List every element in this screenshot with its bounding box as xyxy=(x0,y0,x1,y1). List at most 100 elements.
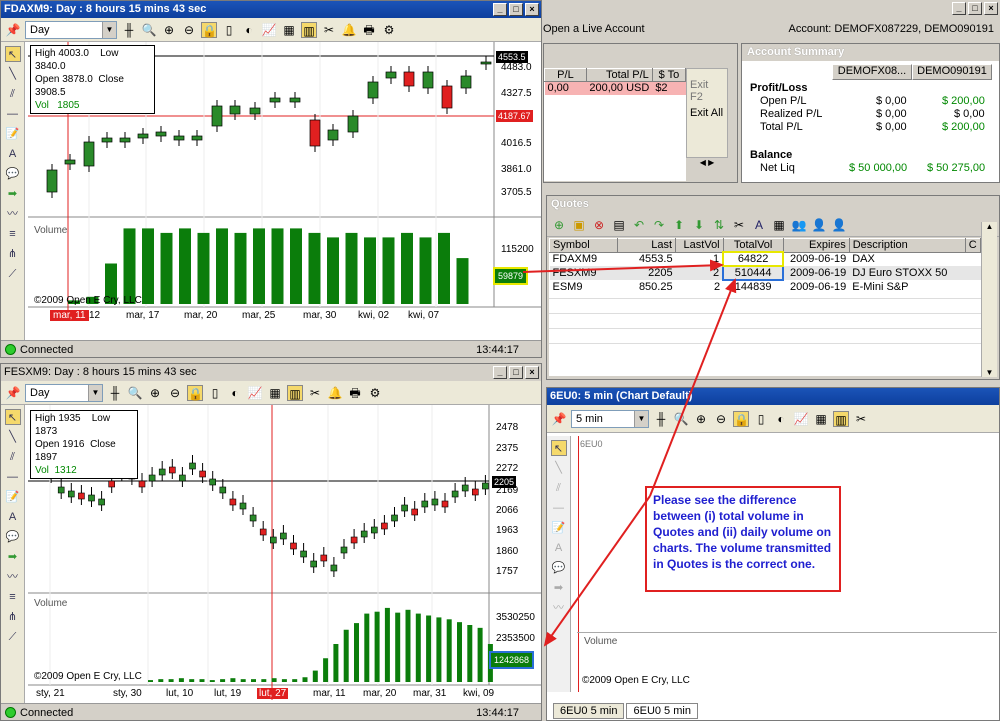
text-tool-icon[interactable]: A xyxy=(5,146,21,162)
user-icon[interactable]: 👤 xyxy=(811,217,827,233)
alert-icon[interactable]: 🔔 xyxy=(341,22,357,38)
zoom-out-icon[interactable]: ⊖ xyxy=(167,385,183,401)
zoom-out-icon[interactable]: ⊖ xyxy=(181,22,197,38)
cursor-icon[interactable]: ◐ xyxy=(227,385,243,401)
hline-tool-icon[interactable]: — xyxy=(5,106,21,122)
lock-icon[interactable]: 🔒 xyxy=(733,410,749,427)
study-icon[interactable]: 📈 xyxy=(247,385,263,401)
price-chart[interactable]: High 4003.0 Low 3840.0 Open 3878.0 Close… xyxy=(28,42,541,341)
study-icon[interactable]: 📈 xyxy=(261,22,277,38)
tools-icon[interactable]: ✂ xyxy=(853,411,869,427)
col-account-1[interactable]: DEMOFX08... xyxy=(832,64,912,80)
user-add-icon[interactable]: 👤 xyxy=(831,217,847,233)
scroll-arrows[interactable]: ◀ ▶ xyxy=(686,158,728,174)
minimize-button[interactable]: _ xyxy=(952,2,966,15)
pin-icon[interactable]: 📌 xyxy=(551,411,567,427)
select-arrow-icon[interactable]: ↖ xyxy=(4,46,21,62)
callout-tool-icon[interactable]: 💬 xyxy=(5,529,21,545)
pitchfork-tool-icon[interactable]: ⋔ xyxy=(5,246,21,262)
folder-icon[interactable]: ▣ xyxy=(571,217,587,233)
move-down-icon[interactable]: ⬇ xyxy=(691,217,707,233)
fib-tool-icon[interactable]: ≡ xyxy=(5,226,21,242)
col-symbol[interactable]: Symbol xyxy=(548,238,619,253)
fan-tool-icon[interactable]: ⟋ xyxy=(5,629,21,645)
close-button[interactable]: × xyxy=(525,366,539,379)
bar-style-icon[interactable]: ╫ xyxy=(653,411,669,427)
col-totalvol[interactable]: TotalVol xyxy=(722,238,784,253)
undo-icon[interactable]: ↶ xyxy=(631,217,647,233)
line-tool-icon[interactable]: ╲ xyxy=(5,66,21,82)
color-icon[interactable]: ▦ xyxy=(267,385,283,401)
exit-f2-button[interactable]: Exit F2 xyxy=(687,69,727,103)
callout-tool-icon[interactable]: 💬 xyxy=(551,560,567,576)
channel-tool-icon[interactable]: ⫽ xyxy=(5,86,21,102)
scroll-icon[interactable]: ▯ xyxy=(221,22,237,38)
price-chart[interactable]: High 1935 Low 1873 Open 1916 Close 1897 … xyxy=(28,405,541,704)
col-c[interactable]: C xyxy=(964,238,981,253)
bar-style-icon[interactable]: ╫ xyxy=(107,385,123,401)
sort-icon[interactable]: ⇅ xyxy=(711,217,727,233)
fib-tool-icon[interactable]: ≡ xyxy=(5,589,21,605)
pin-icon[interactable]: 📌 xyxy=(5,22,21,38)
col-account-2[interactable]: DEMO090191 xyxy=(912,64,992,80)
tools-icon[interactable]: ✂ xyxy=(307,385,323,401)
arrow-tool-icon[interactable]: ➡ xyxy=(5,186,21,202)
close-button[interactable]: × xyxy=(525,3,539,16)
line-tool-icon[interactable]: ╲ xyxy=(551,460,567,476)
lock-icon[interactable]: 🔒 xyxy=(201,21,217,38)
wave-tool-icon[interactable]: 〰 xyxy=(5,206,21,222)
study-icon[interactable]: 📈 xyxy=(793,411,809,427)
lock-icon[interactable]: 🔒 xyxy=(187,384,203,401)
fan-tool-icon[interactable]: ⟋ xyxy=(5,266,21,282)
maximize-button[interactable]: □ xyxy=(509,366,523,379)
clear-icon[interactable]: ▤ xyxy=(611,217,627,233)
print-icon[interactable]: 🖶 xyxy=(347,385,363,401)
zoom-icon[interactable]: 🔍 xyxy=(673,411,689,427)
col-total-pl[interactable]: Total P/L xyxy=(585,68,653,82)
arrow-tool-icon[interactable]: ➡ xyxy=(551,580,567,596)
minimize-button[interactable]: _ xyxy=(493,3,507,16)
wave-tool-icon[interactable]: 〰 xyxy=(5,569,21,585)
trade-icon[interactable]: ⚙ xyxy=(367,385,383,401)
scroll-icon[interactable]: ▯ xyxy=(207,385,223,401)
minimize-button[interactable]: _ xyxy=(493,366,507,379)
text-tool-icon[interactable]: A xyxy=(5,509,21,525)
period-select[interactable]: Day ▼ xyxy=(25,383,103,402)
col-total[interactable]: $ To xyxy=(651,68,687,82)
col-pl[interactable]: P/L xyxy=(544,68,587,82)
arrow-tool-icon[interactable]: ➡ xyxy=(5,549,21,565)
maximize-button[interactable]: □ xyxy=(509,3,523,16)
redo-icon[interactable]: ↷ xyxy=(651,217,667,233)
callout-tool-icon[interactable]: 💬 xyxy=(5,166,21,182)
channel-tool-icon[interactable]: ⫽ xyxy=(551,480,567,496)
channel-tool-icon[interactable]: ⫽ xyxy=(5,449,21,465)
bar-style-icon[interactable]: ╫ xyxy=(121,22,137,38)
tools-icon[interactable]: ✂ xyxy=(321,22,337,38)
col-description[interactable]: Description xyxy=(848,238,966,253)
chart-type-icon[interactable]: ▥ xyxy=(301,21,317,38)
quote-row[interactable]: FDAXM9 4553.5 1 64822 2009-06-19 DAX xyxy=(550,251,981,267)
font-icon[interactable]: A xyxy=(751,217,767,233)
color-icon[interactable]: ▦ xyxy=(281,22,297,38)
hline-tool-icon[interactable]: — xyxy=(551,500,567,516)
maximize-button[interactable]: □ xyxy=(968,2,982,15)
tools-icon[interactable]: ✂ xyxy=(731,217,747,233)
zoom-out-icon[interactable]: ⊖ xyxy=(713,411,729,427)
open-live-account-link[interactable]: Open a Live Account xyxy=(543,23,645,35)
select-arrow-icon[interactable]: ↖ xyxy=(4,409,21,425)
quotes-scrollbar[interactable]: ▲ ▼ xyxy=(981,222,997,377)
move-up-icon[interactable]: ⬆ xyxy=(671,217,687,233)
zoom-icon[interactable]: 🔍 xyxy=(127,385,143,401)
hline-tool-icon[interactable]: — xyxy=(5,469,21,485)
col-last[interactable]: Last xyxy=(617,238,677,253)
exit-all-button[interactable]: Exit All xyxy=(687,103,727,119)
zoom-in-icon[interactable]: ⊕ xyxy=(147,385,163,401)
add-icon[interactable]: ⊕ xyxy=(551,217,567,233)
palette-icon[interactable]: ▦ xyxy=(771,217,787,233)
text-tool-icon[interactable]: A xyxy=(551,540,567,556)
zoom-in-icon[interactable]: ⊕ xyxy=(161,22,177,38)
col-expires[interactable]: Expires xyxy=(782,238,850,253)
tab-6eu0-1[interactable]: 6EU0 5 min xyxy=(553,703,625,719)
note-tool-icon[interactable]: 📝 xyxy=(5,489,21,505)
scroll-icon[interactable]: ▯ xyxy=(753,411,769,427)
